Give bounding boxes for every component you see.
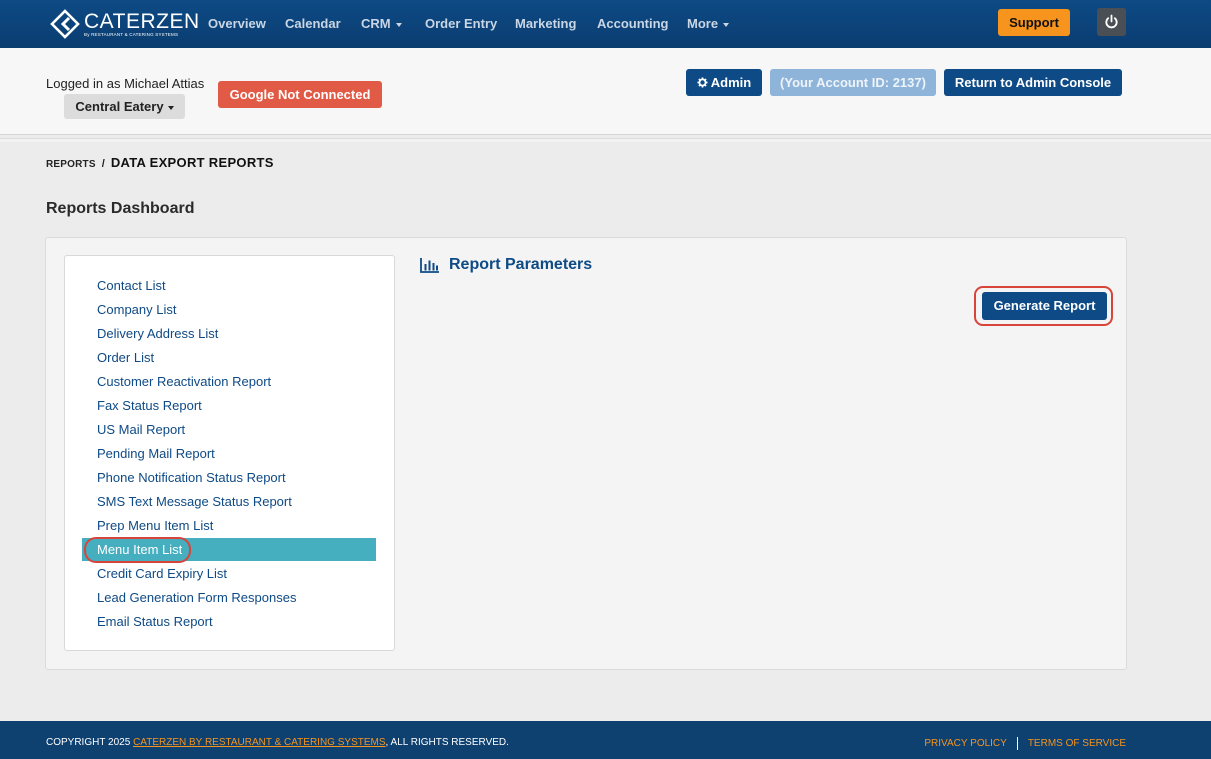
nav-label: More	[687, 16, 719, 31]
page-title: Reports Dashboard	[46, 200, 195, 217]
nav-label: Overview	[208, 16, 266, 31]
nav-crm[interactable]: CRM	[361, 16, 402, 31]
caret-down-icon	[167, 105, 174, 110]
brand-tagline: By RESTAURANT & CATERING SYSTEMS	[84, 31, 179, 37]
report-fax-status[interactable]: Fax Status Report	[97, 398, 202, 413]
breadcrumb-reports-link[interactable]: REPORTS	[46, 159, 96, 170]
report-contact-list[interactable]: Contact List	[97, 278, 166, 293]
footer-copyright: COPYRIGHT 2025 CATERZEN BY RESTAURANT & …	[46, 737, 509, 748]
report-customer-reactivation[interactable]: Customer Reactivation Report	[97, 374, 271, 389]
nav-label: Order Entry	[425, 16, 498, 31]
report-lead-generation-responses[interactable]: Lead Generation Form Responses	[97, 590, 296, 605]
nav-marketing[interactable]: Marketing	[515, 16, 576, 31]
caret-down-icon	[395, 22, 402, 27]
footer-divider	[1016, 737, 1018, 750]
nav-label: CRM	[361, 16, 391, 31]
report-delivery-address-list[interactable]: Delivery Address List	[97, 326, 218, 341]
report-credit-card-expiry[interactable]: Credit Card Expiry List	[97, 566, 227, 581]
terms-of-service-link[interactable]: TERMS OF SERVICE	[1028, 738, 1126, 749]
location-label: Central Eatery	[75, 99, 164, 114]
report-pending-mail[interactable]: Pending Mail Report	[97, 446, 215, 461]
copyright-suffix: , ALL RIGHTS RESERVED.	[385, 737, 509, 748]
nav-order-entry[interactable]: Order Entry	[425, 16, 497, 31]
return-admin-console-button[interactable]: Return to Admin Console	[944, 69, 1122, 96]
support-button[interactable]: Support	[998, 9, 1070, 36]
generate-report-button[interactable]: Generate Report	[982, 292, 1107, 320]
account-id-badge: (Your Account ID: 2137)	[770, 69, 936, 96]
gear-icon	[697, 77, 708, 88]
report-prep-menu-item-list[interactable]: Prep Menu Item List	[97, 518, 213, 533]
menu-item-list-annotation	[84, 537, 191, 563]
report-us-mail[interactable]: US Mail Report	[97, 422, 185, 437]
breadcrumb-current: DATA EXPORT REPORTS	[110, 155, 274, 170]
breadcrumb-separator: /	[101, 158, 105, 170]
logout-button[interactable]	[1097, 8, 1126, 36]
company-link[interactable]: CATERZEN BY RESTAURANT & CATERING SYSTEM…	[133, 737, 385, 748]
brand-name: CATERZEN	[84, 9, 200, 33]
power-icon	[1105, 14, 1118, 29]
nav-overview[interactable]: Overview	[208, 16, 266, 31]
nav-label: Calendar	[285, 16, 341, 31]
nav-label: Accounting	[597, 16, 669, 31]
nav-accounting[interactable]: Accounting	[597, 16, 669, 31]
report-parameters-title: Report Parameters	[449, 256, 593, 273]
breadcrumb: REPORTS / DATA EXPORT REPORTS	[46, 154, 274, 172]
location-dropdown[interactable]: Central Eatery	[64, 94, 185, 119]
report-sms-status[interactable]: SMS Text Message Status Report	[97, 494, 292, 509]
report-company-list[interactable]: Company List	[97, 302, 176, 317]
caterzen-logo[interactable]: CATERZEN By RESTAURANT & CATERING SYSTEM…	[50, 8, 200, 40]
report-order-list[interactable]: Order List	[97, 350, 154, 365]
logged-in-text: Logged in as Michael Attias	[46, 76, 205, 91]
admin-button[interactable]: Admin	[686, 69, 762, 96]
caret-down-icon	[723, 22, 730, 27]
privacy-policy-link[interactable]: PRIVACY POLICY	[924, 738, 1006, 749]
copyright-prefix: COPYRIGHT 2025	[46, 737, 134, 748]
nav-label: Marketing	[515, 16, 577, 31]
report-parameters-heading: Report Parameters	[420, 256, 592, 274]
header-divider	[0, 138, 1211, 142]
nav-more[interactable]: More	[687, 16, 730, 31]
logo-diamond-icon	[50, 9, 80, 39]
google-status-button[interactable]: Google Not Connected	[218, 81, 382, 108]
bar-chart-icon	[420, 258, 439, 273]
nav-calendar[interactable]: Calendar	[285, 16, 341, 31]
footer-links: PRIVACY POLICY TERMS OF SERVICE	[924, 737, 1126, 750]
report-phone-notification-status[interactable]: Phone Notification Status Report	[97, 470, 286, 485]
report-email-status[interactable]: Email Status Report	[97, 614, 213, 629]
admin-label: Admin	[710, 75, 752, 90]
